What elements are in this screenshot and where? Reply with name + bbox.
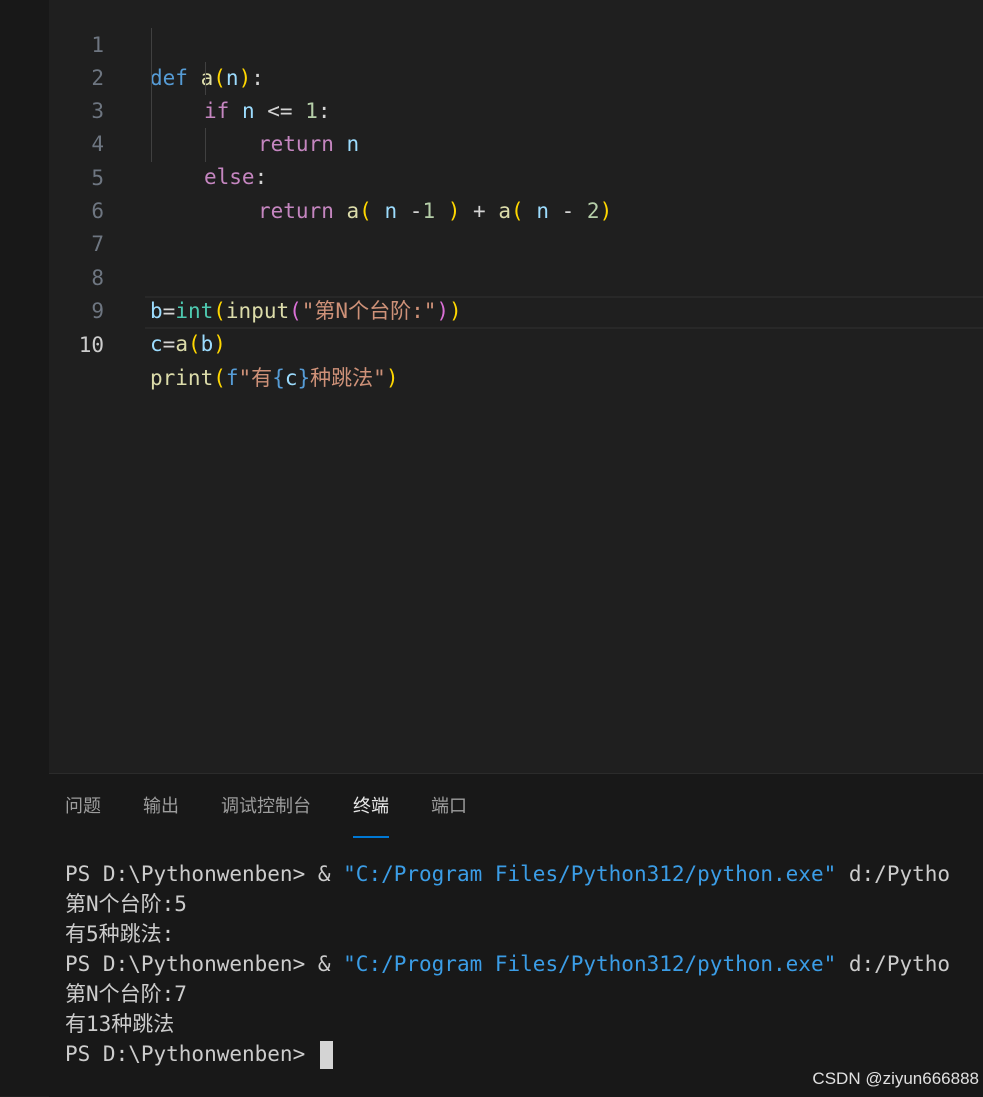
code-line[interactable]: 7 <box>49 195 983 256</box>
indent-guide <box>205 128 206 162</box>
code-text: print(f"有{c}种跳法") <box>150 366 399 390</box>
code-line[interactable]: 5 return a( n -1 ) + a( n - 2) <box>49 129 983 223</box>
code-line[interactable]: 4 else: <box>49 95 983 189</box>
terminal-cursor <box>319 1041 333 1069</box>
panel-tabs: 问题 输出 调试控制台 终端 端口 <box>65 792 509 838</box>
line-number: 10 <box>78 333 104 357</box>
tab-ports[interactable]: 端口 <box>431 792 467 832</box>
terminal-line: 第N个台阶:7 <box>65 982 187 1006</box>
watermark: CSDN @ziyun666888 <box>812 1069 979 1088</box>
indent-guide <box>151 28 152 162</box>
code-line[interactable]: 8 b=int(input("第N个台阶:")) <box>49 229 983 323</box>
code-line[interactable]: 9 c=a(b) <box>49 262 983 356</box>
indent-guide <box>205 62 206 95</box>
code-text: c=a(b) <box>150 332 226 356</box>
terminal[interactable]: PS D:\Pythonwenben> & "C:/Program Files/… <box>65 859 983 1069</box>
tab-output[interactable]: 输出 <box>143 792 179 832</box>
tab-debug-console[interactable]: 调试控制台 <box>221 792 311 832</box>
terminal-line: 第N个台阶:5 <box>65 892 187 916</box>
code-line-current[interactable]: 10 print(f"有{c}种跳法") <box>49 296 983 390</box>
tab-problems[interactable]: 问题 <box>65 792 101 832</box>
code-line[interactable]: 3 return n <box>49 62 983 156</box>
code-line[interactable]: 6 <box>49 162 983 223</box>
bottom-panel: 问题 输出 调试控制台 终端 端口 PS D:\Pythonwenben> & … <box>49 773 983 1097</box>
code-line[interactable]: 1 def a(n): <box>49 0 983 90</box>
code-line[interactable]: 2 if n <= 1: <box>49 29 983 123</box>
terminal-line: PS D:\Pythonwenben> & "C:/Program Files/… <box>65 952 951 976</box>
terminal-prompt-line[interactable]: PS D:\Pythonwenben> <box>65 1039 983 1069</box>
terminal-line: 有13种跳法 <box>65 1012 175 1036</box>
activity-bar <box>0 0 49 1096</box>
terminal-line: PS D:\Pythonwenben> & "C:/Program Files/… <box>65 862 951 886</box>
tab-terminal[interactable]: 终端 <box>353 792 389 838</box>
terminal-line: 有5种跳法: <box>65 922 175 946</box>
code-editor[interactable]: 1 def a(n): 2 if n <= 1: 3 return n 4 el… <box>49 0 983 773</box>
